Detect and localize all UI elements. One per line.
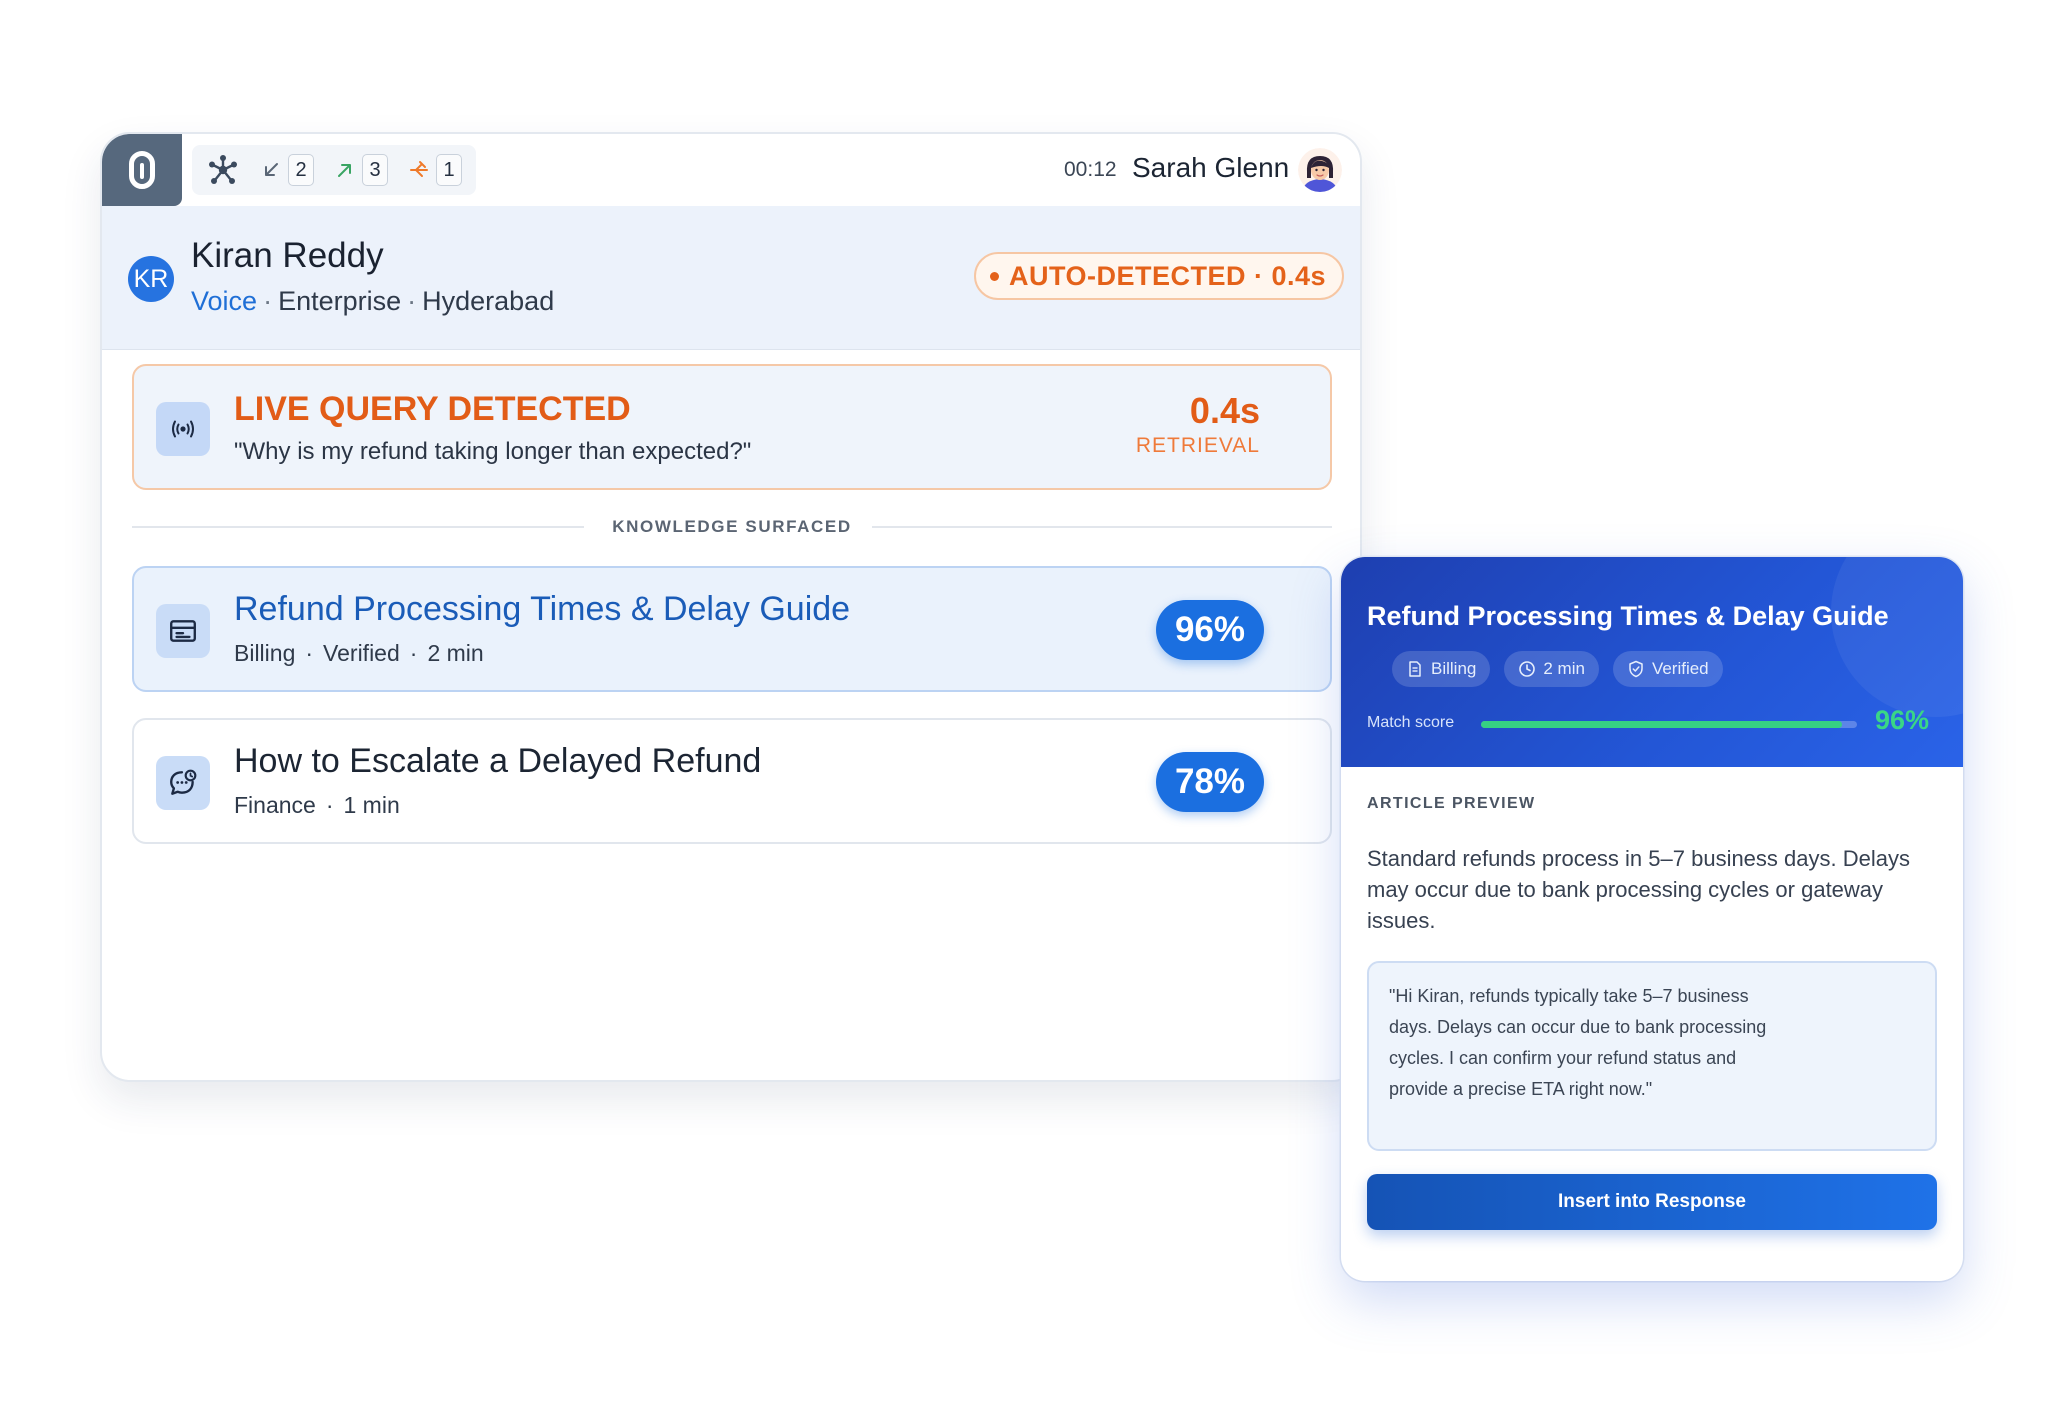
meta-separator: · [409, 640, 418, 666]
match-score-fill [1481, 721, 1842, 728]
live-dot-icon [990, 271, 999, 281]
knowledge-meta: Finance · 1 min [234, 792, 400, 819]
transfer-count: 1 [436, 154, 462, 186]
auto-detected-badge: AUTO-DETECTED · 0.4s [974, 252, 1345, 300]
chip-verified[interactable]: Verified [1612, 651, 1723, 687]
arrow-down-left-icon [265, 163, 278, 176]
clock-icon [1519, 661, 1536, 677]
knowledge-title: Refund Processing Times & Delay Guide [234, 590, 851, 628]
app-logo[interactable] [102, 134, 182, 206]
customer-avatar: KR [128, 256, 174, 302]
customer-location: Hyderabad [422, 286, 555, 316]
inbound-calls[interactable]: 2 [260, 154, 314, 186]
knowledge-item[interactable]: How to Escalate a Delayed Refund Finance… [132, 718, 1332, 844]
chip-category[interactable]: Billing [1392, 651, 1491, 687]
shield-check-icon [1629, 660, 1643, 678]
call-tools: 2 3 1 [192, 145, 476, 195]
transfer-calls[interactable]: 1 [408, 154, 462, 186]
customer-tier: Enterprise [278, 286, 402, 316]
match-score-label: Match score [1367, 714, 1455, 731]
section-divider-label: KNOWLEDGE SURFACED [612, 517, 852, 536]
hub-icon[interactable] [206, 153, 240, 187]
match-score-value: 96% [1875, 705, 1930, 735]
chip-label: 2 min [1543, 659, 1585, 678]
knowledge-item[interactable]: Refund Processing Times & Delay Guide Bi… [132, 566, 1332, 692]
suggested-reply-box[interactable]: "Hi Kiran, refunds typically take 5–7 bu… [1367, 961, 1937, 1151]
meta-category: Billing [234, 640, 296, 666]
chip-read-time[interactable]: 2 min [1504, 651, 1599, 687]
call-timer: 00:12 [1064, 158, 1117, 181]
customer-header: KR Kiran Reddy Voice · Enterprise · Hyde… [102, 206, 1360, 350]
customer-name: Kiran Reddy [191, 236, 384, 275]
live-query-card[interactable]: LIVE QUERY DETECTED "Why is my refund ta… [132, 364, 1332, 490]
broadcast-icon [156, 402, 210, 456]
article-detail-panel: Refund Processing Times & Delay Guide Bi… [1341, 557, 1963, 1281]
billing-icon [1409, 661, 1421, 677]
meta-read-time: 1 min [343, 792, 400, 818]
auto-detected-label: AUTO-DETECTED · 0.4s [1009, 260, 1327, 291]
article-preview-text: Standard refunds process in 5–7 business… [1367, 846, 1910, 933]
retrieval-label: RETRIEVAL [1135, 434, 1260, 457]
chip-label: Billing [1431, 659, 1477, 678]
meta-category: Finance [234, 792, 316, 818]
arrow-up-right-icon [338, 164, 351, 177]
outbound-count: 3 [362, 154, 388, 186]
suggested-reply-text: "Hi Kiran, refunds typically take 5–7 bu… [1389, 986, 1767, 1099]
transfer-icon [410, 161, 428, 177]
header-decoration [1831, 557, 1963, 717]
meta-read-time: 2 min [427, 640, 484, 666]
article-chips: Billing 2 min Verified [1392, 651, 1723, 687]
chip-label: Verified [1651, 659, 1709, 678]
meta-separator: · [263, 286, 273, 316]
article-detail-header: Refund Processing Times & Delay Guide Bi… [1341, 557, 1963, 767]
retrieval-time: 0.4s [1189, 390, 1260, 431]
customer-meta: Voice · Enterprise · Hyderabad [191, 286, 554, 317]
agent-avatar-illustration [1298, 148, 1342, 192]
live-query-title: LIVE QUERY DETECTED [234, 390, 631, 428]
insert-into-response-button[interactable]: Insert into Response [1367, 1174, 1937, 1230]
chat-clock-icon [156, 756, 210, 810]
agent-avatar[interactable] [1298, 148, 1342, 192]
customer-channel[interactable]: Voice [191, 286, 257, 317]
match-score-badge: 78% [1156, 752, 1264, 812]
match-score-badge: 96% [1156, 600, 1264, 660]
knowledge-meta: Billing · Verified · 2 min [234, 640, 484, 667]
logo-icon [129, 151, 155, 189]
article-title: Refund Processing Times & Delay Guide [1367, 601, 1889, 631]
agent-name: Sarah Glenn [1132, 152, 1290, 183]
meta-separator: · [305, 640, 314, 666]
match-score-bar [1481, 721, 1857, 728]
agent-workspace-window: 2 3 1 00:12 Sarah Glenn KR Kiran Reddy V… [100, 132, 1362, 1082]
top-toolbar: 2 3 1 00:12 Sarah Glenn [102, 134, 1360, 206]
live-query-quote: "Why is my refund taking longer than exp… [234, 438, 752, 465]
meta-separator: · [325, 792, 334, 818]
meta-separator: · [407, 286, 417, 316]
article-preview-label: ARTICLE PREVIEW [1367, 795, 1536, 812]
article-icon [156, 604, 210, 658]
outbound-calls[interactable]: 3 [334, 154, 388, 186]
knowledge-title: How to Escalate a Delayed Refund [234, 742, 762, 780]
customer-initials: KR [133, 264, 169, 293]
meta-status: Verified [323, 640, 400, 666]
inbound-count: 2 [288, 154, 314, 186]
